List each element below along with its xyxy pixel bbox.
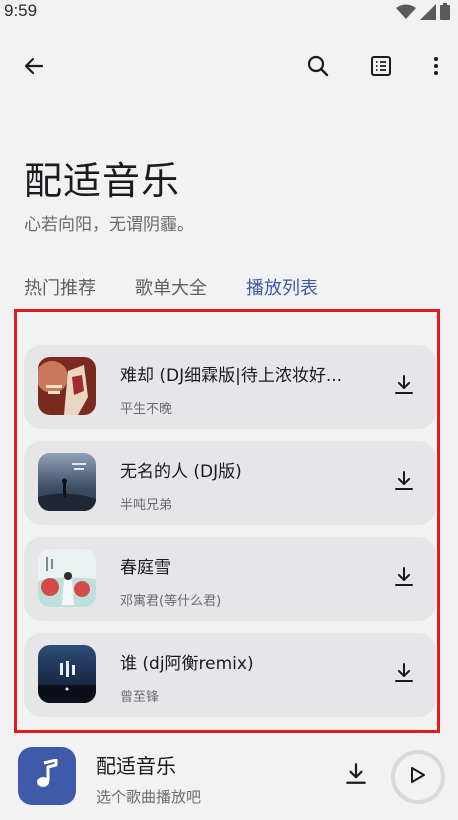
song-artist: 邓寓君(等什么君) xyxy=(120,594,222,609)
download-icon xyxy=(393,662,415,688)
status-bar: 9:59 xyxy=(0,0,458,26)
play-icon xyxy=(410,766,426,788)
song-card-partial[interactable] xyxy=(24,729,436,730)
song-card[interactable]: 谁 (dj阿衡remix) 曾至锋 xyxy=(24,633,436,717)
status-time: 9:59 xyxy=(4,1,38,20)
download-button[interactable] xyxy=(388,563,420,595)
search-icon xyxy=(306,54,330,82)
signal-icon xyxy=(420,3,436,24)
download-icon xyxy=(393,470,415,496)
player-title: 配适音乐 xyxy=(96,754,176,778)
list-icon xyxy=(369,54,393,82)
back-button[interactable] xyxy=(10,44,58,92)
mini-player[interactable]: 配适音乐 选个歌曲播放吧 xyxy=(0,738,458,820)
arrow-left-icon xyxy=(22,54,46,82)
album-cover xyxy=(38,453,96,511)
player-download-button[interactable] xyxy=(338,758,374,794)
tab-hot-recommend[interactable]: 热门推荐 xyxy=(24,274,96,300)
tab-playlist-collection[interactable]: 歌单大全 xyxy=(135,274,207,300)
download-icon xyxy=(393,374,415,400)
playlist-button[interactable] xyxy=(357,44,405,92)
download-button[interactable] xyxy=(388,467,420,499)
song-card[interactable]: 难却 (DJ细霖版|待上浓妆好... 平生不晚 xyxy=(24,345,436,429)
battery-icon xyxy=(440,3,450,24)
tab-play-queue[interactable]: 播放列表 xyxy=(246,274,318,300)
download-button[interactable] xyxy=(388,659,420,691)
more-options-button[interactable] xyxy=(412,44,458,92)
song-title: 难却 (DJ细霖版|待上浓妆好... xyxy=(120,366,343,386)
player-artwork xyxy=(18,747,76,805)
download-button[interactable] xyxy=(388,371,420,403)
playlist-list: 难却 (DJ细霖版|待上浓妆好... 平生不晚 无名的人 (DJ版) 半吨兄弟 xyxy=(14,309,440,733)
status-icons xyxy=(396,3,450,24)
album-cover xyxy=(38,645,96,703)
top-app-bar xyxy=(0,44,458,92)
song-artist: 半吨兄弟 xyxy=(120,498,173,513)
page-title: 配适音乐 xyxy=(24,159,181,203)
song-title: 春庭雪 xyxy=(120,558,171,578)
song-artist: 曾至锋 xyxy=(120,690,160,705)
music-note-icon xyxy=(34,758,60,793)
song-card[interactable]: 春庭雪 邓寓君(等什么君) xyxy=(24,537,436,621)
download-icon xyxy=(393,566,415,592)
search-button[interactable] xyxy=(294,44,342,92)
more-vertical-icon xyxy=(424,54,448,82)
song-title: 谁 (dj阿衡remix) xyxy=(120,654,254,674)
download-icon xyxy=(344,762,368,790)
wifi-icon xyxy=(396,4,416,24)
album-cover xyxy=(38,549,96,607)
song-title: 无名的人 (DJ版) xyxy=(120,462,242,482)
play-button[interactable] xyxy=(391,750,445,804)
song-artist: 平生不晚 xyxy=(120,402,173,417)
album-cover xyxy=(38,357,96,415)
player-subtitle: 选个歌曲播放吧 xyxy=(96,788,202,806)
song-card[interactable]: 无名的人 (DJ版) 半吨兄弟 xyxy=(24,441,436,525)
page-subtitle: 心若向阳，无谓阴霾。 xyxy=(24,215,194,235)
